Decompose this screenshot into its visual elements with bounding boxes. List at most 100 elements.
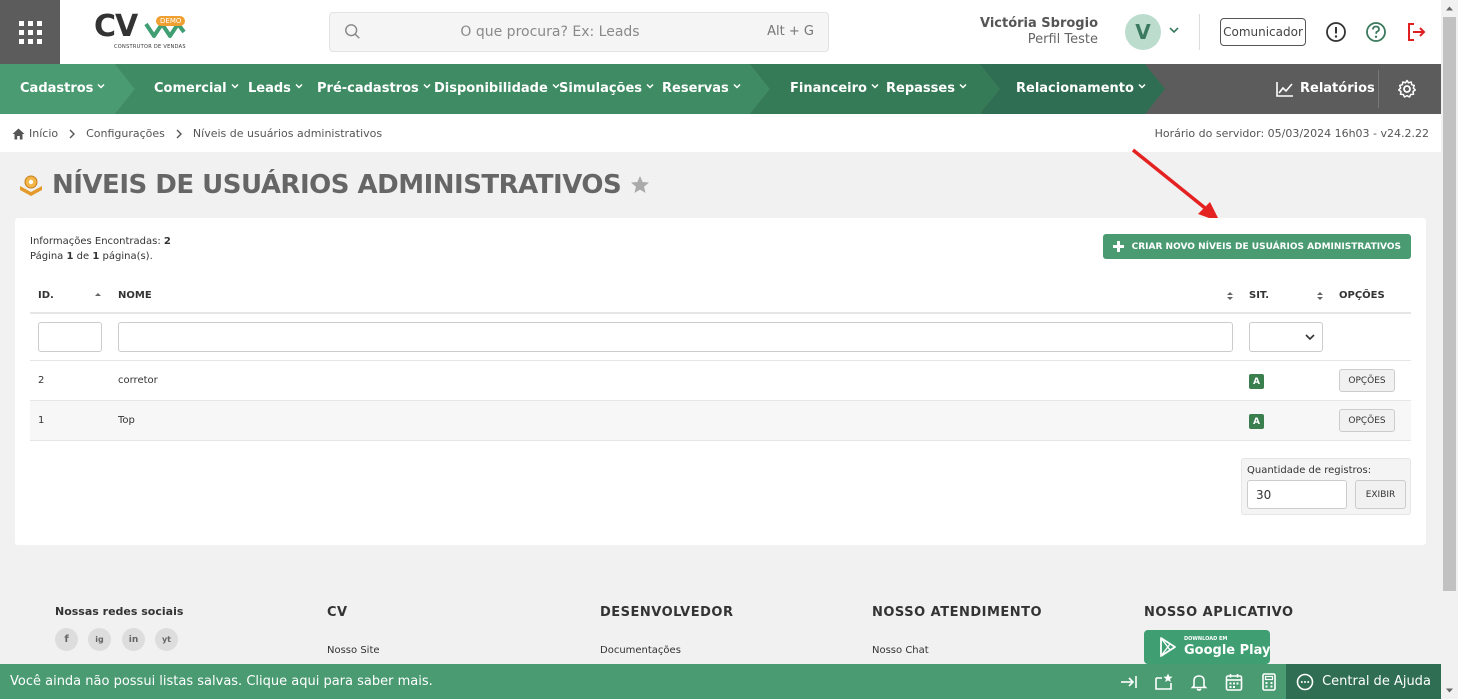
calculator-icon[interactable] [1259, 672, 1279, 692]
info-icon[interactable] [1325, 21, 1347, 43]
filter-sit-select[interactable] [1249, 322, 1323, 352]
nav-reports[interactable]: Relatórios [1276, 64, 1375, 114]
sort-asc-icon[interactable] [94, 290, 102, 302]
main-navigation: Cadastros Comercial Leads Pré-cadastros … [0, 64, 1441, 114]
admin-levels-icon [20, 175, 42, 196]
linkedin-icon[interactable]: in [122, 628, 145, 651]
footer-link-docs[interactable]: Documentações [600, 645, 681, 656]
help-icon[interactable] [1365, 21, 1387, 43]
chevron-down-icon [733, 83, 741, 89]
page-total: 1 [92, 251, 100, 262]
nav-pre-cadastros[interactable]: Pré-cadastros [317, 64, 431, 114]
red-arrow-annotation [1131, 148, 1220, 222]
breadcrumb: Início Configurações Níveis de usuários … [12, 127, 382, 140]
create-admin-level-button[interactable]: CRIAR NOVO NÍVEIS DE USUÁRIOS ADMINISTRA… [1102, 234, 1411, 259]
scroll-down-arrow-icon[interactable] [1445, 686, 1454, 695]
chart-line-icon [1276, 82, 1293, 97]
chevron-right-icon [176, 129, 182, 138]
filter-id-input[interactable] [38, 322, 102, 352]
gear-icon[interactable] [1397, 79, 1417, 99]
instagram-icon[interactable]: ig [88, 628, 111, 651]
collapse-arrow-icon[interactable] [1119, 672, 1139, 692]
nav-leads[interactable]: Leads [248, 64, 303, 114]
footer-link-site[interactable]: Nosso Site [327, 645, 380, 656]
chevron-down-icon[interactable] [1168, 24, 1180, 36]
table-row: 1 Top A OPÇÕES [30, 401, 1411, 441]
footer-app: NOSSO APLICATIVO [1144, 605, 1294, 620]
col-header-id[interactable]: ID. [38, 278, 54, 313]
footer-link-chat[interactable]: Nosso Chat [872, 645, 929, 656]
info-found-label: Informações Encontradas: [30, 236, 161, 247]
logo[interactable]: CV DEMO CONSTRUTOR DE VENDAS [94, 10, 194, 54]
search-input[interactable] [370, 13, 730, 51]
facebook-icon[interactable]: f [55, 628, 78, 651]
gplay-small-label: DOWNLOAD EM [1184, 636, 1228, 642]
row-name: corretor [118, 375, 158, 386]
nav-simulacoes[interactable]: Simulações [559, 64, 654, 114]
row-id: 1 [38, 415, 45, 426]
status-badge: A [1249, 414, 1264, 429]
breadcrumb-home[interactable]: Início [12, 127, 58, 140]
user-profile[interactable]: Perfil Teste [1028, 32, 1098, 47]
row-options-button[interactable]: OPÇÕES [1339, 409, 1395, 432]
show-records-button[interactable]: EXIBIR [1355, 480, 1406, 509]
home-icon [12, 128, 25, 139]
scroll-up-arrow-icon[interactable] [1445, 4, 1454, 13]
logout-icon[interactable] [1405, 21, 1427, 43]
communicator-button[interactable]: Comunicador [1220, 18, 1306, 46]
footer-cv: CV Nosso Site [327, 605, 380, 656]
google-play-button[interactable]: DOWNLOAD EM Google Play [1144, 630, 1270, 664]
user-name[interactable]: Victória Sbrogio [980, 16, 1098, 31]
header-divider [1199, 14, 1200, 50]
chevron-down-icon [423, 83, 431, 89]
gplay-big-label: Google Play [1184, 643, 1271, 658]
favorite-star-icon[interactable] [629, 174, 651, 196]
footer-support: NOSSO ATENDIMENTO Nosso Chat [872, 605, 1043, 656]
nav-label: Financeiro [790, 81, 867, 96]
nav-cadastros[interactable]: Cadastros [20, 64, 105, 114]
breadcrumb-home-label: Início [29, 127, 59, 140]
nav-repasses[interactable]: Repasses [886, 64, 967, 114]
footer-app-heading: NOSSO APLICATIVO [1144, 605, 1294, 620]
breadcrumb-configuracoes[interactable]: Configurações [86, 127, 165, 140]
youtube-icon[interactable]: yt [155, 628, 178, 651]
saved-list-star-icon[interactable] [1154, 672, 1174, 692]
records-per-page: Quantidade de registros: EXIBIR [1241, 458, 1411, 515]
footer-cv-heading: CV [327, 605, 348, 620]
nav-label: Pré-cadastros [317, 81, 419, 96]
col-header-name[interactable]: NOME [118, 278, 152, 313]
nav-divider [1378, 70, 1379, 108]
chevron-down-icon [295, 83, 303, 89]
nav-reservas[interactable]: Reservas [662, 64, 741, 114]
col-header-sit[interactable]: SIT. [1249, 278, 1269, 313]
chevron-down-icon [959, 83, 967, 89]
nav-disponibilidade[interactable]: Disponibilidade [434, 64, 560, 114]
nav-label: Simulações [559, 81, 643, 96]
chevron-down-icon [871, 83, 879, 89]
avatar[interactable]: V [1125, 14, 1161, 50]
top-header: CV DEMO CONSTRUTOR DE VENDAS Alt + G Vic… [0, 0, 1441, 64]
scrollbar-thumb[interactable] [1443, 17, 1456, 591]
help-center-label: Central de Ajuda [1322, 674, 1431, 689]
table-row: 2 corretor A OPÇÕES [30, 361, 1411, 401]
nav-financeiro[interactable]: Financeiro [790, 64, 879, 114]
page-of-label: de [76, 251, 90, 262]
plus-icon [1112, 241, 1124, 252]
row-options-button[interactable]: OPÇÕES [1339, 369, 1395, 392]
bell-icon[interactable] [1189, 672, 1209, 692]
calendar-icon[interactable] [1224, 672, 1244, 692]
sort-icon[interactable] [1316, 290, 1324, 302]
nav-label: Disponibilidade [434, 81, 548, 96]
apps-menu-button[interactable] [0, 0, 60, 64]
records-input[interactable] [1247, 480, 1347, 509]
footer-support-heading: NOSSO ATENDIMENTO [872, 605, 1043, 620]
filter-row [30, 314, 1411, 361]
page-scrollbar[interactable] [1441, 0, 1458, 699]
saved-lists-message[interactable]: Você ainda não possui listas salvas. Cli… [10, 674, 433, 689]
help-center-button[interactable]: Central de Ajuda [1286, 664, 1441, 699]
page-label: Página [30, 251, 64, 262]
nav-relacionamento[interactable]: Relacionamento [1016, 64, 1146, 114]
filter-name-input[interactable] [118, 322, 1233, 352]
nav-comercial[interactable]: Comercial [154, 64, 239, 114]
sort-icon[interactable] [1226, 290, 1234, 302]
